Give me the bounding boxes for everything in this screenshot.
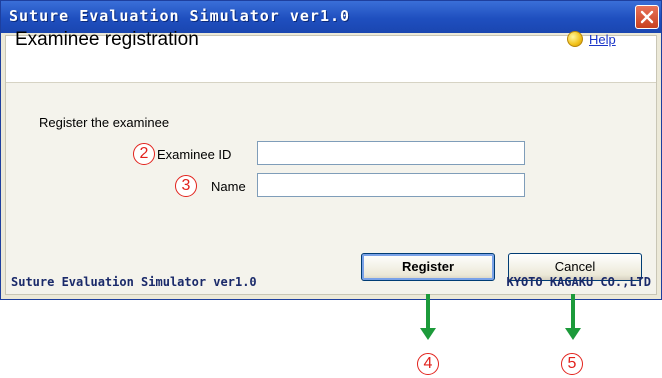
help-link-group[interactable]: Help	[567, 31, 616, 47]
close-icon	[640, 10, 654, 24]
annotation-marker-3: 3	[175, 175, 197, 197]
window-title: Suture Evaluation Simulator ver1.0	[9, 7, 351, 25]
page-title: Examinee registration	[15, 29, 199, 50]
help-icon[interactable]	[567, 31, 583, 47]
annotation-marker-5: 5	[561, 353, 583, 375]
close-button[interactable]	[635, 5, 659, 29]
arrow-down-icon	[420, 294, 436, 342]
annotation-marker-4: 4	[417, 353, 439, 375]
dialog-window: Suture Evaluation Simulator ver1.0 Exami…	[0, 0, 662, 300]
examinee-id-field[interactable]	[257, 141, 525, 165]
arrow-down-icon	[565, 294, 581, 342]
help-link[interactable]: Help	[589, 32, 616, 47]
footer-app-name: Suture Evaluation Simulator ver1.0	[11, 275, 257, 289]
form-prompt: Register the examinee	[39, 115, 170, 130]
annotation-marker-2: 2	[133, 143, 155, 165]
name-label: Name	[211, 179, 246, 194]
register-button[interactable]: Register	[361, 253, 495, 281]
examinee-id-label: Examinee ID	[157, 147, 232, 162]
name-field[interactable]	[257, 173, 525, 197]
footer-company: KYOTO KAGAKU CO.,LTD	[506, 275, 652, 289]
